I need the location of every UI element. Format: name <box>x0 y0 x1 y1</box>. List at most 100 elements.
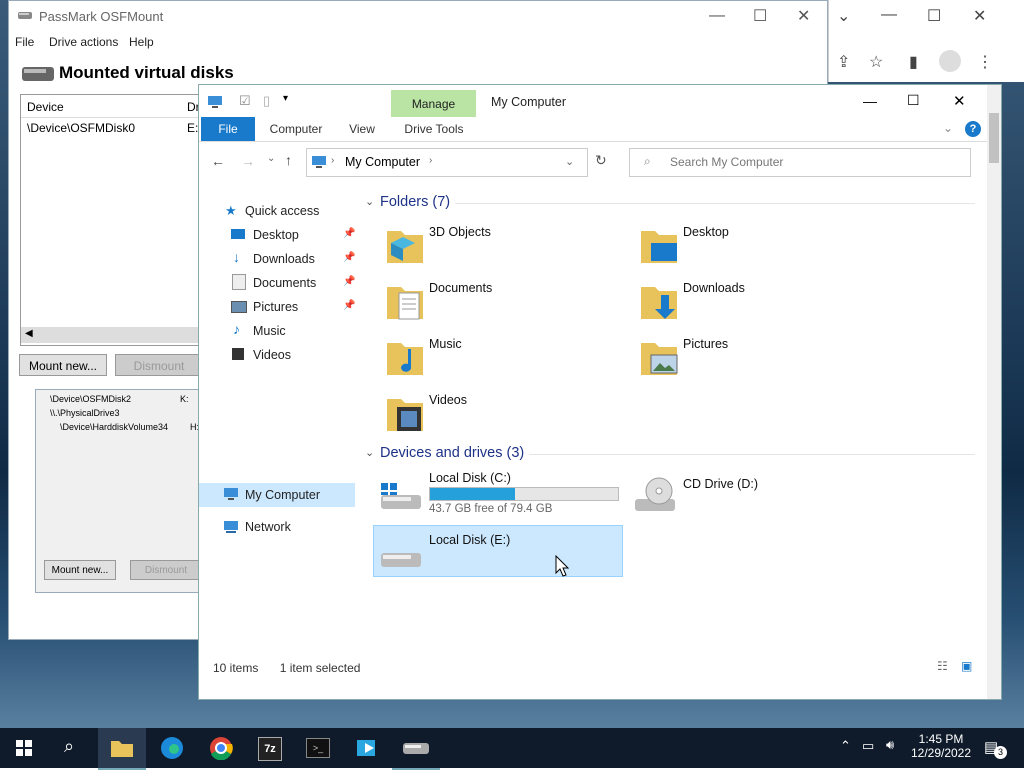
tab-view[interactable]: View <box>339 117 385 141</box>
table-row[interactable]: \Device\OSFMDisk0 E: <box>27 121 207 135</box>
folder-3d-objects[interactable]: 3D Objects <box>383 221 623 273</box>
forward-arrow-icon[interactable]: → <box>241 153 255 169</box>
manage-tab[interactable]: Manage <box>391 90 476 117</box>
nav-downloads[interactable]: Downloads <box>253 248 315 270</box>
taskbar-chrome[interactable] <box>197 728 245 768</box>
chevron-left-icon[interactable]: ◀ <box>25 328 33 339</box>
folders-group-header[interactable]: Folders (7) <box>380 194 450 210</box>
share-icon[interactable]: ⇪ <box>837 52 850 72</box>
device-cell: \Device\OSFMDisk0 <box>27 121 136 135</box>
collapse-chevron-icon[interactable]: ⌄ <box>365 446 374 459</box>
up-arrow-icon[interactable]: ↑ <box>285 152 292 168</box>
tab-drive-tools[interactable]: Drive Tools <box>395 117 473 141</box>
taskbar-terminal[interactable]: >_ <box>294 728 342 768</box>
drive-local-disk-c[interactable]: Local Disk (C:) 43.7 GB free of 79.4 GB <box>377 469 627 521</box>
details-view-icon[interactable]: ☷ <box>937 659 948 673</box>
taskbar-transfer[interactable] <box>344 728 392 768</box>
drive-cd-d[interactable]: CD Drive (D:) <box>631 469 871 521</box>
clock[interactable]: 1:45 PM 12/29/2022 <box>906 732 976 760</box>
chevron-up-icon[interactable]: ⌃ <box>840 738 851 754</box>
volume-icon[interactable]: 🔊︎ <box>886 737 894 753</box>
notification-center-icon[interactable]: ▤ 3 <box>984 736 1007 759</box>
maximize-icon[interactable]: ☐ <box>927 6 941 26</box>
star-icon[interactable]: ☆ <box>869 52 883 72</box>
device-list[interactable]: Device Dr \Device\OSFMDisk0 E: ◀ <box>20 94 202 346</box>
tab-computer[interactable]: Computer <box>261 117 331 141</box>
nav-documents[interactable]: Documents <box>253 272 316 294</box>
list-item[interactable]: \\.\PhysicalDrive3 <box>50 408 200 418</box>
folder-documents[interactable]: Documents <box>383 277 623 329</box>
chevron-down-icon[interactable]: ⌄ <box>943 121 953 135</box>
capacity-fill <box>430 488 515 500</box>
windows-start-icon[interactable] <box>16 740 32 756</box>
taskbar-osfmount[interactable] <box>392 728 440 770</box>
recent-chevron-icon[interactable]: ⌄ <box>267 153 275 164</box>
taskbar-file-explorer[interactable] <box>98 728 146 770</box>
search-icon[interactable]: ⌕ <box>64 736 74 757</box>
mount-new-button[interactable]: Mount new... <box>19 354 107 376</box>
properties-icon[interactable]: ☑ <box>239 93 251 109</box>
folder-music[interactable]: Music <box>383 333 623 385</box>
close-icon[interactable]: ✕ <box>797 6 810 26</box>
folder-downloads[interactable]: Downloads <box>637 277 877 329</box>
chevron-down-icon[interactable]: ▾ <box>283 93 288 104</box>
network-icon[interactable]: ▭ <box>862 738 874 754</box>
minimize-icon[interactable]: — <box>863 93 877 109</box>
collapse-chevron-icon[interactable]: ⌄ <box>365 195 374 208</box>
nav-music[interactable]: Music <box>253 320 286 342</box>
folder-videos[interactable]: Videos <box>383 389 623 441</box>
chevron-right-icon: › <box>429 155 433 166</box>
nav-network[interactable]: Network <box>245 516 291 538</box>
maximize-icon[interactable]: ☐ <box>907 92 920 109</box>
nav-my-computer[interactable]: My Computer <box>245 484 320 506</box>
column-device[interactable]: Device <box>27 100 64 114</box>
nav-desktop[interactable]: Desktop <box>253 224 299 246</box>
large-icons-view-icon[interactable]: ▣ <box>961 659 972 673</box>
profile-icon[interactable] <box>939 50 961 72</box>
list-item[interactable]: \Device\HarddiskVolume34 H: <box>60 422 210 432</box>
taskbar-edge[interactable] <box>148 728 196 768</box>
address-bar[interactable]: › My Computer › ⌄ <box>306 148 588 177</box>
close-icon[interactable]: ✕ <box>973 6 986 26</box>
menu-help[interactable]: Help <box>129 35 154 49</box>
pictures-icon <box>231 301 247 313</box>
list-item[interactable]: \Device\OSFMDisk2 K: <box>50 394 200 404</box>
nav-quick-access[interactable]: Quick access <box>245 200 319 222</box>
mount-new-button[interactable]: Mount new... <box>44 560 116 580</box>
back-arrow-icon[interactable]: ← <box>211 153 225 169</box>
vertical-scrollbar[interactable] <box>987 85 1001 699</box>
scrollbar-thumb[interactable] <box>989 113 999 163</box>
search-input[interactable]: ⌕ Search My Computer <box>629 148 971 177</box>
sidepanel-icon[interactable]: ▮ <box>909 52 918 72</box>
minimize-icon[interactable]: — <box>881 6 897 24</box>
close-icon[interactable]: ✕ <box>953 92 966 110</box>
menu-dots-icon[interactable]: ⋮ <box>977 52 993 72</box>
dismount-button[interactable]: Dismount <box>130 560 202 580</box>
horizontal-scrollbar[interactable]: ◀ <box>21 327 201 343</box>
refresh-icon[interactable]: ↻ <box>595 152 607 169</box>
drive-name: CD Drive (D:) <box>683 477 758 491</box>
menu-file[interactable]: File <box>15 35 34 49</box>
minimize-icon[interactable]: — <box>709 7 725 25</box>
tab-file[interactable]: File <box>201 117 255 141</box>
nav-pictures[interactable]: Pictures <box>253 296 298 318</box>
drive-local-disk-e[interactable]: Local Disk (E:) <box>377 525 627 577</box>
pin-icon: 📌 <box>343 228 356 239</box>
new-folder-icon[interactable]: ▯ <box>263 93 270 109</box>
dismount-button[interactable]: Dismount <box>115 354 203 376</box>
chrome-window: ⌄ — ☐ ✕ ⇪ ☆ ▮ ⋮ <box>828 0 1024 82</box>
folder-icon <box>387 399 423 431</box>
drive-free-space: 43.7 GB free of 79.4 GB <box>429 503 553 515</box>
disk-icon <box>403 743 429 754</box>
nav-videos[interactable]: Videos <box>253 344 291 366</box>
folder-desktop[interactable]: Desktop <box>637 221 877 273</box>
folder-pictures[interactable]: Pictures <box>637 333 877 385</box>
maximize-icon[interactable]: ☐ <box>753 6 767 26</box>
chevron-down-icon[interactable]: ⌄ <box>837 6 850 26</box>
menu-drive-actions[interactable]: Drive actions <box>49 35 118 49</box>
divider <box>455 203 975 204</box>
drives-group-header[interactable]: Devices and drives (3) <box>380 445 524 461</box>
help-icon[interactable]: ? <box>965 121 981 137</box>
chevron-down-icon[interactable]: ⌄ <box>565 155 574 168</box>
taskbar-7zip[interactable]: 7z <box>246 728 294 768</box>
